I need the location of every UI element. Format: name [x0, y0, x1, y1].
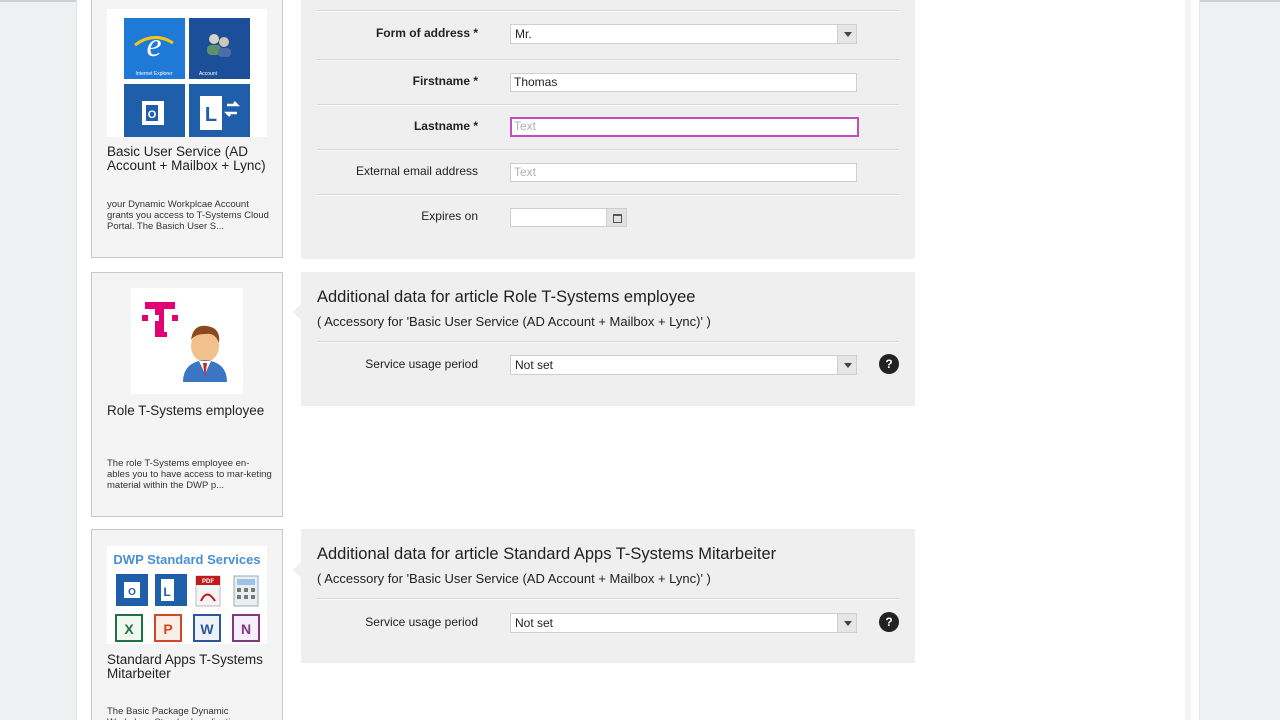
- expires-on-label: Expires on: [421, 209, 478, 223]
- svg-text:e: e: [146, 27, 161, 64]
- svg-text:L: L: [163, 585, 170, 599]
- svg-text:PDF: PDF: [202, 579, 214, 585]
- help-icon[interactable]: ?: [879, 354, 899, 374]
- form-divider: [317, 149, 899, 151]
- card-description: The Basic Package Dynamic Workplace Stan…: [107, 706, 254, 720]
- role-employee-panel: Additional data for article Role T-Syste…: [293, 272, 915, 406]
- expires-on-input[interactable]: [510, 208, 627, 227]
- external-email-label: External email address: [355, 164, 478, 178]
- service-usage-period-select[interactable]: Not set: [510, 355, 857, 375]
- form-divider: [317, 194, 899, 196]
- calendar-icon[interactable]: [606, 209, 626, 226]
- form-divider: [317, 59, 899, 61]
- form-of-address-value: Mr.: [515, 27, 532, 41]
- user-details-form: Form of address * Mr. Firstname * Thomas…: [301, 0, 915, 259]
- service-usage-period-value: Not set: [515, 616, 554, 630]
- page-edge: [1185, 0, 1191, 720]
- panel-pointer: [293, 562, 301, 578]
- basic-user-service-image: e Internet Explorer Account O L: [107, 9, 267, 144]
- card-title[interactable]: Standard Apps T-Systems Mitarbeiter: [107, 653, 277, 681]
- ie-tile-label: Internet Explorer: [136, 71, 173, 77]
- product-card-standard-apps[interactable]: DWP Standard Services O L PDF X P W N St…: [91, 529, 283, 720]
- form-of-address-label: Form of address *: [375, 26, 478, 40]
- card-title[interactable]: Basic User Service (AD Account + Mailbox…: [107, 145, 277, 173]
- card-description: your Dynamic Workplcae Account grants yo…: [107, 199, 269, 232]
- form-divider: [317, 10, 899, 12]
- service-usage-period-select[interactable]: Not set: [510, 613, 857, 633]
- panel-subtitle: ( Accessory for 'Basic User Service (AD …: [317, 571, 711, 586]
- lastname-input[interactable]: Text: [510, 117, 859, 137]
- panel-title: Additional data for article Role T-Syste…: [317, 288, 696, 306]
- svg-text:O: O: [128, 587, 136, 598]
- product-card-basic-user-service[interactable]: e Internet Explorer Account O L Basic Us…: [91, 0, 283, 258]
- form-divider: [317, 104, 899, 106]
- panel-subtitle: ( Accessory for 'Basic User Service (AD …: [317, 314, 711, 329]
- chevron-down-icon[interactable]: [837, 25, 856, 43]
- svg-text:N: N: [241, 621, 251, 637]
- product-card-role-t-systems-employee[interactable]: Role T-Systems employee The role T-Syste…: [91, 272, 283, 517]
- dwp-standard-services-image: DWP Standard Services O L PDF X P W N: [107, 546, 267, 644]
- external-email-input[interactable]: Text: [510, 163, 857, 182]
- role-t-systems-image: [131, 288, 243, 394]
- chevron-down-icon[interactable]: [837, 614, 856, 632]
- firstname-label: Firstname *: [412, 74, 478, 88]
- account-tile-label: Account: [199, 71, 218, 77]
- card-description: The role T-Systems employee en-ables you…: [107, 458, 272, 491]
- service-usage-period-label: Service usage period: [365, 615, 478, 629]
- svg-text:P: P: [163, 621, 172, 637]
- service-usage-period-label: Service usage period: [365, 357, 478, 371]
- panel-divider: [317, 341, 899, 343]
- firstname-input[interactable]: Thomas: [510, 73, 857, 92]
- form-of-address-select[interactable]: Mr.: [510, 24, 857, 44]
- dwp-logo-text: DWP Standard Services: [113, 552, 260, 567]
- panel-pointer: [293, 304, 301, 320]
- standard-apps-panel: Additional data for article Standard App…: [293, 529, 915, 663]
- lastname-label: Lastname *: [413, 119, 478, 133]
- page-content: e Internet Explorer Account O L Basic Us…: [76, 0, 1200, 720]
- panel-divider: [317, 598, 899, 600]
- help-icon[interactable]: ?: [879, 612, 899, 632]
- svg-text:O: O: [148, 109, 157, 121]
- svg-text:L: L: [205, 104, 217, 126]
- chevron-down-icon[interactable]: [837, 356, 856, 374]
- panel-title: Additional data for article Standard App…: [317, 545, 777, 563]
- svg-text:W: W: [200, 621, 214, 637]
- card-title[interactable]: Role T-Systems employee: [107, 404, 277, 418]
- service-usage-period-value: Not set: [515, 358, 554, 372]
- svg-text:X: X: [124, 621, 134, 637]
